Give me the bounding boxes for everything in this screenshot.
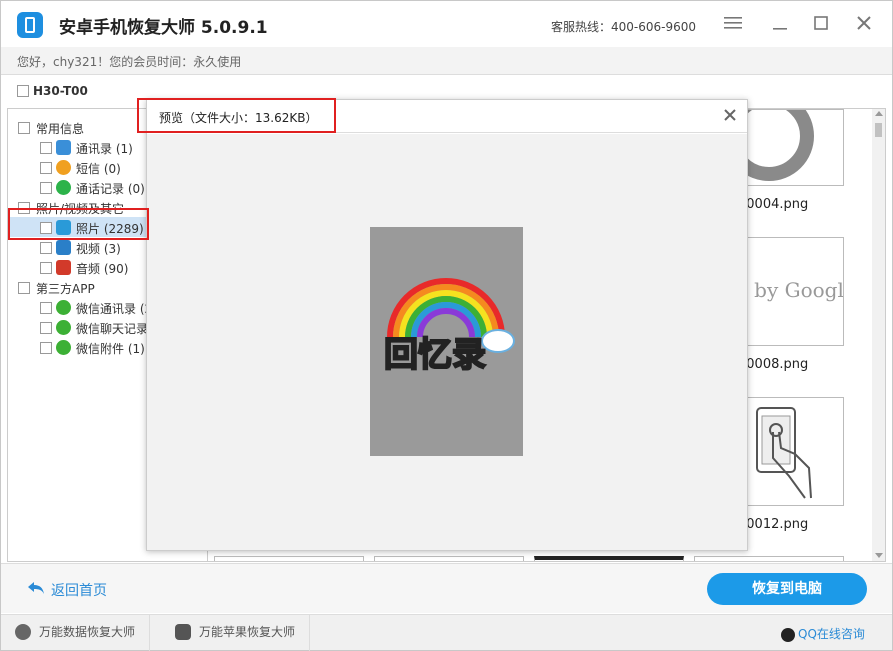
video-icon: [56, 240, 71, 255]
restore-to-pc-button[interactable]: 恢复到电脑: [707, 573, 867, 605]
checkbox[interactable]: [40, 322, 52, 334]
minimize-icon[interactable]: [770, 15, 790, 35]
tree-label: 短信 (0): [76, 162, 121, 176]
contacts-icon: [56, 140, 71, 155]
tree-label: 视频 (3): [76, 242, 121, 256]
hotline-text: 客服热线：400-606-9600: [551, 20, 697, 34]
app-window: 安卓手机恢复大师 5.0.9.1 客服热线：400-606-9600 您好，ch…: [0, 0, 893, 651]
tree-label: 通讯录 (1): [76, 142, 133, 156]
footer-link-label: 万能数据恢复大师: [39, 625, 136, 639]
thumb-image-text: d by Google: [735, 278, 844, 302]
tree-label: 第三方APP: [36, 282, 95, 296]
recovery-app-icon: [15, 624, 31, 640]
apple-icon: [175, 624, 191, 640]
wechat-icon: [56, 300, 71, 315]
phone-icon: [56, 180, 71, 195]
device-checkbox[interactable]: [17, 85, 29, 97]
audio-icon: [56, 260, 71, 275]
checkbox[interactable]: [40, 262, 52, 274]
qq-label: QQ在线咨询: [798, 627, 865, 641]
title-bar: 安卓手机恢复大师 5.0.9.1 客服热线：400-606-9600: [1, 1, 892, 47]
footer-link-label: 万能苹果恢复大师: [199, 625, 296, 639]
annotation-box-photos: [8, 208, 149, 240]
preview-image-text: 回忆录: [383, 334, 487, 376]
thumbnail[interactable]: [534, 556, 684, 561]
back-arrow-icon: [27, 581, 45, 599]
checkbox[interactable]: [40, 342, 52, 354]
menu-icon[interactable]: [723, 15, 743, 35]
tree-label: 音频 (90): [76, 262, 129, 276]
app-logo-icon: [17, 12, 43, 38]
close-icon[interactable]: [724, 106, 736, 125]
thumbnail-label: 00012.png: [738, 517, 809, 532]
app-title: 安卓手机恢复大师 5.0.9.1: [59, 18, 268, 38]
greeting-text: 您好，chy321！您的会员时间：永久使用: [17, 55, 242, 69]
device-name: H30-T00: [33, 84, 88, 98]
action-bar: 返回首页 恢复到电脑: [1, 563, 892, 613]
annotation-box-preview: [137, 98, 336, 133]
back-home-label: 返回首页: [51, 583, 107, 599]
back-home-button[interactable]: 返回首页: [27, 580, 107, 600]
tree-label: 常用信息: [36, 122, 85, 136]
thumbnail[interactable]: [214, 556, 364, 561]
thumbnail[interactable]: [374, 556, 524, 561]
checkbox[interactable]: [40, 182, 52, 194]
footer-link-data-recovery[interactable]: 万能数据恢复大师: [1, 615, 151, 651]
preview-body: 回忆录: [147, 134, 747, 550]
checkbox[interactable]: [18, 122, 30, 134]
scroll-up-icon[interactable]: [875, 111, 883, 116]
tree-label: 通话记录 (0): [76, 182, 145, 196]
checkbox[interactable]: [40, 162, 52, 174]
footer-link-apple-recovery[interactable]: 万能苹果恢复大师: [161, 615, 311, 651]
thumbnail[interactable]: [694, 556, 844, 561]
thumbnail-label: 00004.png: [738, 197, 809, 212]
preview-dialog: 预览（文件大小：13.62KB） 回忆录: [146, 99, 748, 551]
tree-label: 微信聊天记录: [76, 322, 149, 336]
tree-label: 微信附件 (1): [76, 342, 145, 356]
thumbnail-label: 00008.png: [738, 357, 809, 372]
checkbox[interactable]: [40, 142, 52, 154]
qq-icon: [781, 627, 795, 642]
scroll-down-icon[interactable]: [875, 553, 883, 558]
footer-bar: 万能数据恢复大师 万能苹果恢复大师 QQ在线咨询: [1, 614, 892, 651]
wechat-icon: [56, 320, 71, 335]
maximize-icon[interactable]: [811, 15, 831, 35]
grid-scrollbar[interactable]: [872, 109, 885, 561]
checkbox[interactable]: [18, 282, 30, 294]
checkbox[interactable]: [40, 242, 52, 254]
sms-icon: [56, 160, 71, 175]
greeting-bar: 您好，chy321！您的会员时间：永久使用: [1, 47, 892, 75]
scroll-thumb[interactable]: [875, 123, 882, 137]
preview-image: 回忆录: [370, 227, 523, 456]
checkbox[interactable]: [40, 302, 52, 314]
tree-label: 微信通讯录 (2: [76, 302, 153, 316]
close-icon[interactable]: [854, 15, 874, 35]
qq-consult-link[interactable]: QQ在线咨询: [781, 625, 865, 642]
wechat-icon: [56, 340, 71, 355]
